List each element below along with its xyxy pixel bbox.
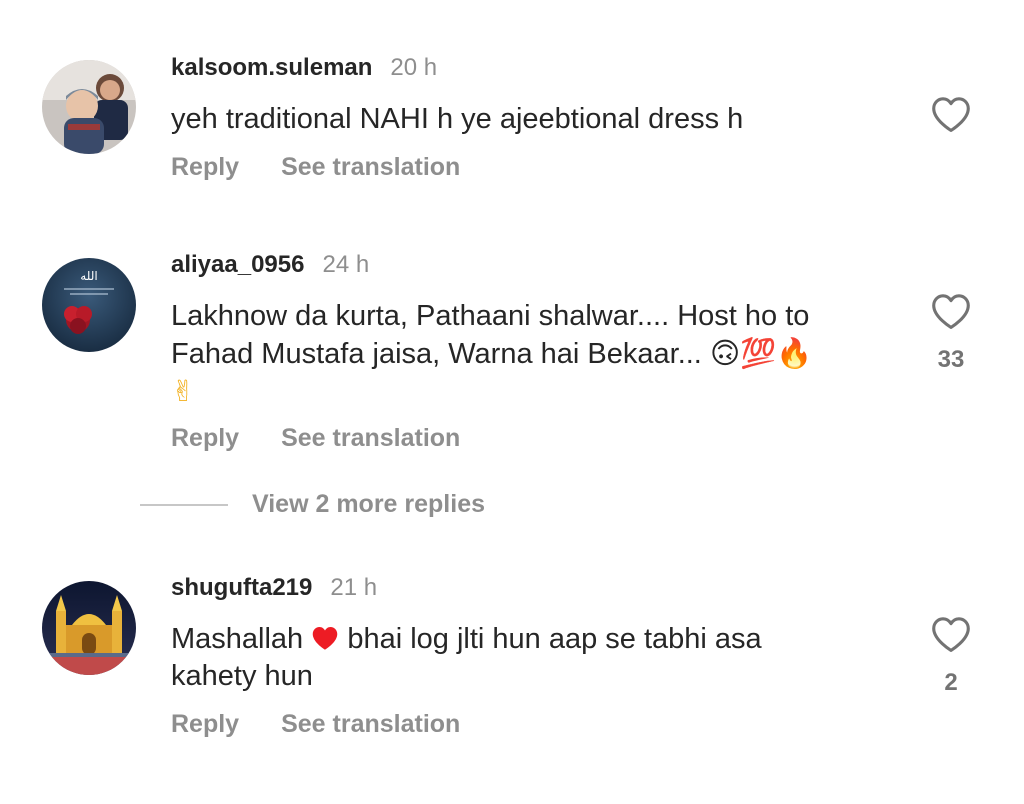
view-more-replies-label[interactable]: View 2 more replies [252, 490, 485, 519]
comment-text: yeh traditional NAHI h ye ajeebtional dr… [171, 103, 744, 135]
comment-text-line: kahety hun [171, 660, 313, 692]
comment-actions: Reply See translation [171, 424, 460, 453]
svg-text:الله: الله [80, 269, 97, 283]
comment-text-part: Mashallah [171, 623, 304, 655]
see-translation-button[interactable]: See translation [281, 710, 460, 739]
comments-screen: kalsoom.suleman 20 h yeh traditional NAH… [0, 0, 1024, 804]
reply-button[interactable]: Reply [171, 424, 239, 453]
comment-text-line: ✌ [171, 373, 891, 411]
comment-actions: Reply See translation [171, 153, 460, 182]
like-button[interactable]: 33 [928, 292, 974, 374]
comment-text-part: Fahad Mustafa jaisa, Warna hai Bekaar... [171, 338, 702, 370]
red-heart-icon [313, 627, 338, 650]
username[interactable]: kalsoom.suleman [171, 54, 372, 82]
reply-button[interactable]: Reply [171, 153, 239, 182]
see-translation-button[interactable]: See translation [281, 153, 460, 182]
divider-line [140, 503, 228, 506]
avatar[interactable] [42, 60, 136, 154]
like-count: 33 [937, 346, 965, 373]
comment-text: Mashallah bhai log jlti hun aap se tabhi… [171, 621, 891, 695]
comment-time: 24 h [322, 251, 370, 278]
username[interactable]: shugufta219 [171, 574, 312, 602]
comment-text-line: Fahad Mustafa jaisa, Warna hai Bekaar...… [171, 335, 891, 373]
scroll-indicator [420, 0, 480, 2]
comment-text: Lakhnow da kurta, Pathaani shalwar.... H… [171, 298, 891, 411]
avatar[interactable]: الله [42, 258, 136, 352]
like-button[interactable] [928, 95, 974, 133]
like-count: 2 [944, 669, 958, 696]
comment-text-line: Mashallah bhai log jlti hun aap se tabhi… [171, 621, 891, 658]
comment-meta: kalsoom.suleman 20 h [171, 54, 437, 88]
view-more-replies[interactable]: View 2 more replies [140, 490, 485, 519]
emoji-group: 🙃💯🔥 [709, 336, 813, 370]
comment-actions: Reply See translation [171, 710, 460, 739]
victory-hand-emoji: ✌ [171, 374, 196, 408]
heart-outline-icon [932, 294, 970, 329]
comment-text-part: bhai log jlti hun aap se tabhi asa [347, 623, 762, 655]
username[interactable]: aliyaa_0956 [171, 251, 304, 279]
reply-button[interactable]: Reply [171, 710, 239, 739]
heart-outline-icon [932, 617, 970, 652]
comment-time: 21 h [330, 574, 378, 601]
comment-meta: aliyaa_0956 24 h [171, 251, 369, 285]
comment-text-line: Lakhnow da kurta, Pathaani shalwar.... H… [171, 300, 810, 332]
see-translation-button[interactable]: See translation [281, 424, 460, 453]
avatar[interactable] [42, 581, 136, 675]
comment-meta: shugufta219 21 h [171, 574, 377, 608]
like-button[interactable]: 2 [928, 615, 974, 697]
comment-time: 20 h [390, 54, 438, 81]
heart-outline-icon [932, 97, 970, 132]
